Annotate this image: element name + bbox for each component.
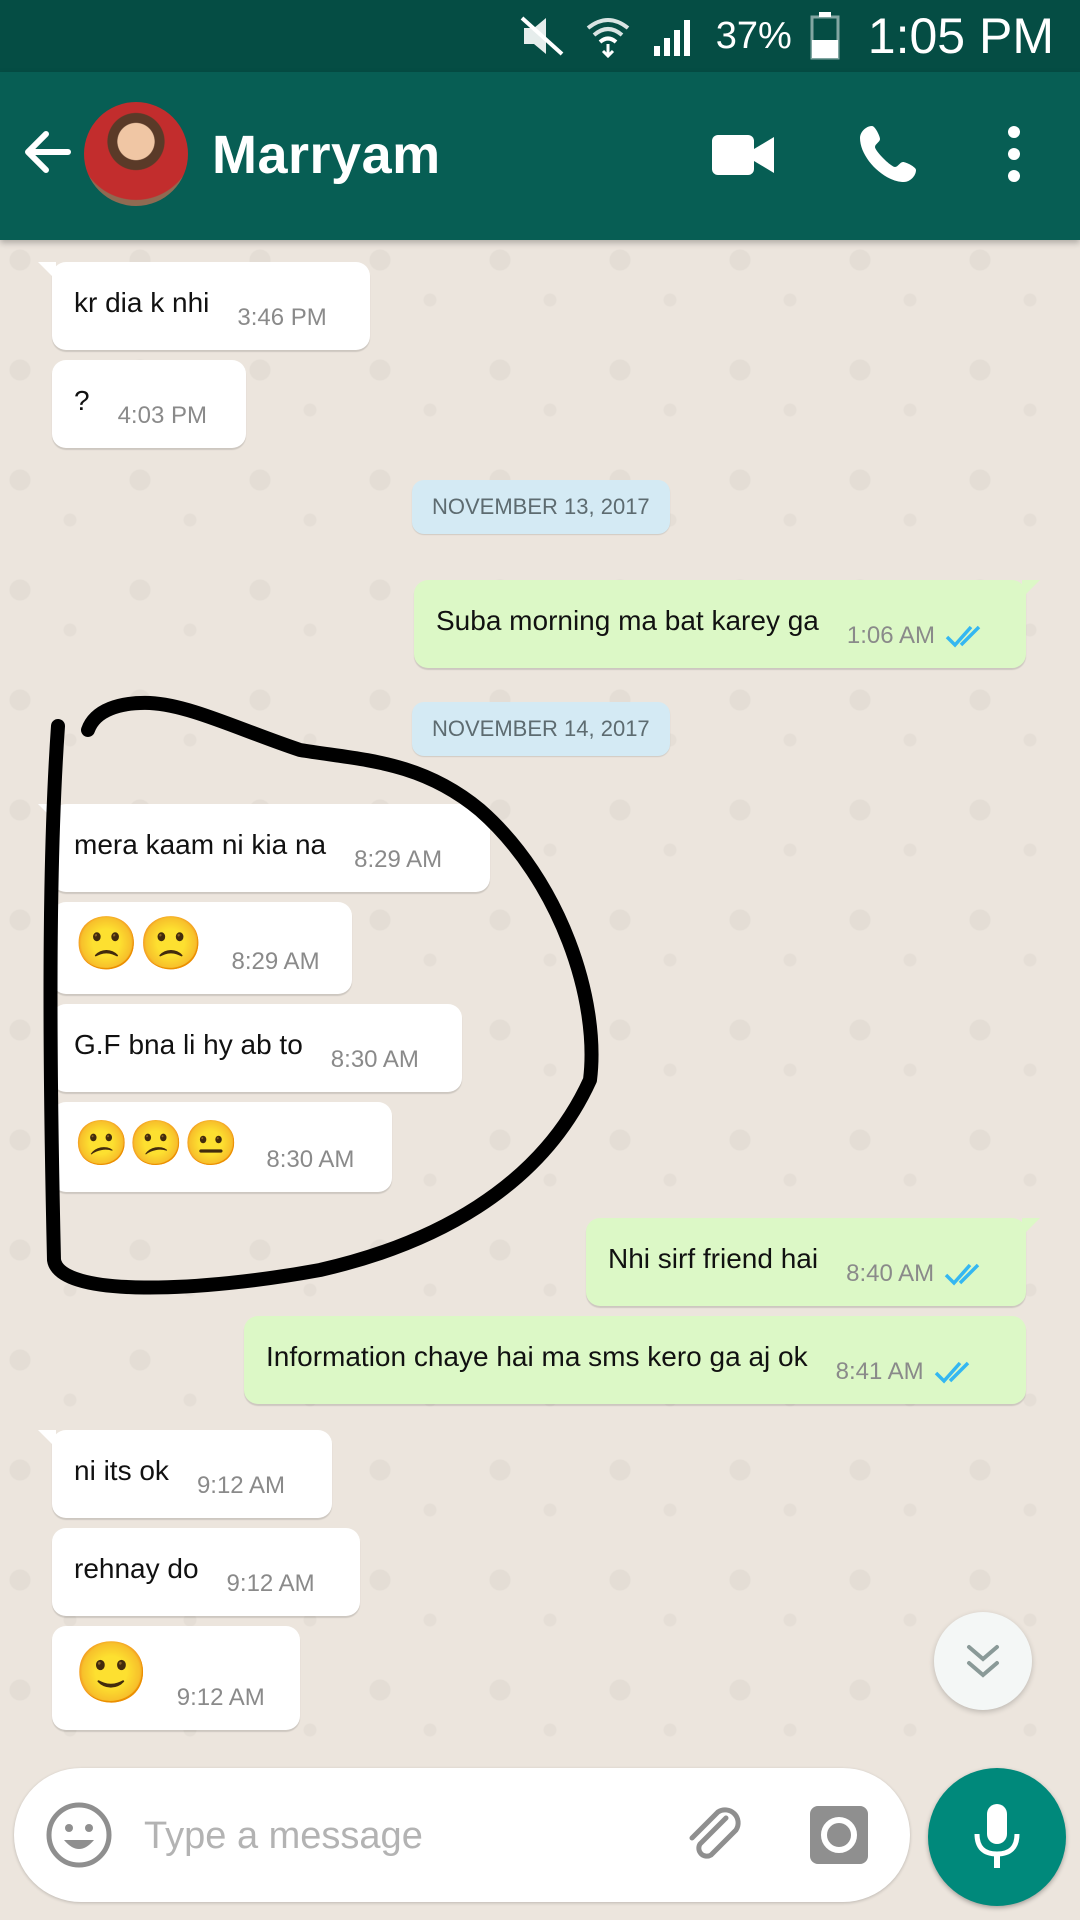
message-outgoing[interactable]: Information chaye hai ma sms kero ga aj … — [244, 1316, 1026, 1404]
double-check-icon — [934, 1361, 969, 1384]
message-text: Suba morning ma bat karey ga — [436, 605, 819, 636]
message-emoji: 🙁🙁 — [74, 915, 204, 973]
message-meta: 8:29 AM — [354, 846, 442, 874]
message-incoming[interactable]: mera kaam ni kia na 8:29 AM — [38, 804, 490, 892]
message-meta: 8:40 AM — [846, 1260, 988, 1288]
message-incoming[interactable]: 😕😕😐 8:30 AM — [52, 1102, 392, 1192]
message-meta: 8:30 AM — [266, 1146, 354, 1174]
scroll-to-bottom-button[interactable] — [934, 1612, 1032, 1710]
message-outgoing[interactable]: Nhi sirf friend hai 8:40 AM — [586, 1218, 1040, 1306]
message-text: kr dia k nhi — [74, 287, 210, 318]
message-meta: 3:46 PM — [237, 304, 326, 332]
message-incoming[interactable]: ? 4:03 PM — [52, 360, 246, 448]
status-bar: 37% 1:05 PM — [0, 0, 1080, 72]
message-time: 3:46 PM — [237, 304, 327, 331]
message-incoming[interactable]: 🙂 9:12 AM — [52, 1626, 300, 1730]
message-text: Information chaye hai ma sms kero ga aj … — [266, 1341, 808, 1372]
message-time: 8:29 AM — [354, 846, 443, 873]
signal-icon — [653, 20, 690, 56]
message-time: 8:30 AM — [330, 1046, 419, 1073]
double-check-icon — [944, 1263, 980, 1286]
message-emoji: 🙂 — [74, 1639, 149, 1706]
message-text: G.F bna li hy ab to — [74, 1029, 303, 1060]
message-meta: 8:30 AM — [331, 1046, 419, 1074]
battery-icon — [810, 12, 840, 60]
camera-icon[interactable] — [808, 1804, 870, 1866]
message-input[interactable] — [142, 1802, 666, 1870]
message-meta: 4:03 PM — [118, 402, 207, 430]
message-compose-bar — [14, 1768, 910, 1902]
message-meta: 9:12 AM — [197, 1472, 285, 1500]
message-time: 8:30 AM — [266, 1146, 355, 1173]
message-time: 4:03 PM — [117, 402, 207, 429]
avatar[interactable] — [84, 102, 188, 206]
message-meta: 8:29 AM — [232, 948, 320, 976]
message-meta: 9:12 AM — [177, 1684, 265, 1712]
back-arrow-icon[interactable] — [18, 122, 78, 182]
microphone-icon — [974, 1804, 1020, 1868]
message-meta: 9:12 AM — [227, 1570, 315, 1598]
message-text: rehnay do — [74, 1553, 199, 1584]
message-time: 1:06 AM — [846, 622, 935, 649]
mute-icon — [520, 16, 564, 56]
emoji-icon[interactable] — [44, 1800, 114, 1870]
chat-area[interactable]: kr dia k nhi 3:46 PM ? 4:03 PM NOVEMBER … — [0, 240, 1080, 1760]
phone-icon[interactable] — [858, 122, 920, 184]
wifi-icon — [586, 18, 629, 58]
video-call-icon[interactable] — [710, 127, 776, 183]
message-time: 8:29 AM — [231, 948, 320, 975]
message-incoming[interactable]: rehnay do 9:12 AM — [52, 1528, 360, 1616]
message-text: ? — [74, 385, 90, 416]
message-time: 8:40 AM — [846, 1260, 935, 1287]
chat-header: Marryam — [0, 72, 1080, 240]
battery-percent: 37% — [715, 14, 792, 57]
message-time: 9:12 AM — [226, 1570, 315, 1597]
paperclip-icon[interactable] — [676, 1798, 748, 1870]
message-text: ni its ok — [74, 1455, 169, 1486]
double-check-icon — [945, 625, 981, 648]
status-icons: 37% 1:05 PM — [518, 8, 1054, 64]
contact-name[interactable]: Marryam — [212, 124, 441, 186]
message-time: 9:12 AM — [176, 1684, 265, 1711]
date-chip: NOVEMBER 14, 2017 — [412, 702, 670, 756]
double-chevron-down-icon — [967, 1645, 999, 1678]
message-meta: 1:06 AM — [847, 622, 989, 650]
message-time: 8:41 AM — [835, 1358, 924, 1385]
status-time: 1:05 PM — [867, 8, 1054, 64]
message-text: mera kaam ni kia na — [74, 829, 327, 860]
more-options-icon[interactable] — [996, 122, 1032, 186]
date-chip: NOVEMBER 13, 2017 — [412, 480, 670, 534]
message-incoming[interactable]: ni its ok 9:12 AM — [38, 1430, 332, 1518]
message-incoming[interactable]: G.F bna li hy ab to 8:30 AM — [52, 1004, 462, 1092]
message-incoming[interactable]: kr dia k nhi 3:46 PM — [38, 262, 370, 350]
voice-message-button[interactable] — [928, 1768, 1066, 1906]
message-time: 9:12 AM — [196, 1472, 285, 1499]
message-incoming[interactable]: 🙁🙁 8:29 AM — [52, 902, 352, 994]
message-emoji: 😕😕😐 — [74, 1119, 239, 1168]
message-meta: 8:41 AM — [836, 1358, 978, 1386]
message-outgoing[interactable]: Suba morning ma bat karey ga 1:06 AM — [414, 580, 1040, 668]
message-text: Nhi sirf friend hai — [608, 1243, 819, 1274]
